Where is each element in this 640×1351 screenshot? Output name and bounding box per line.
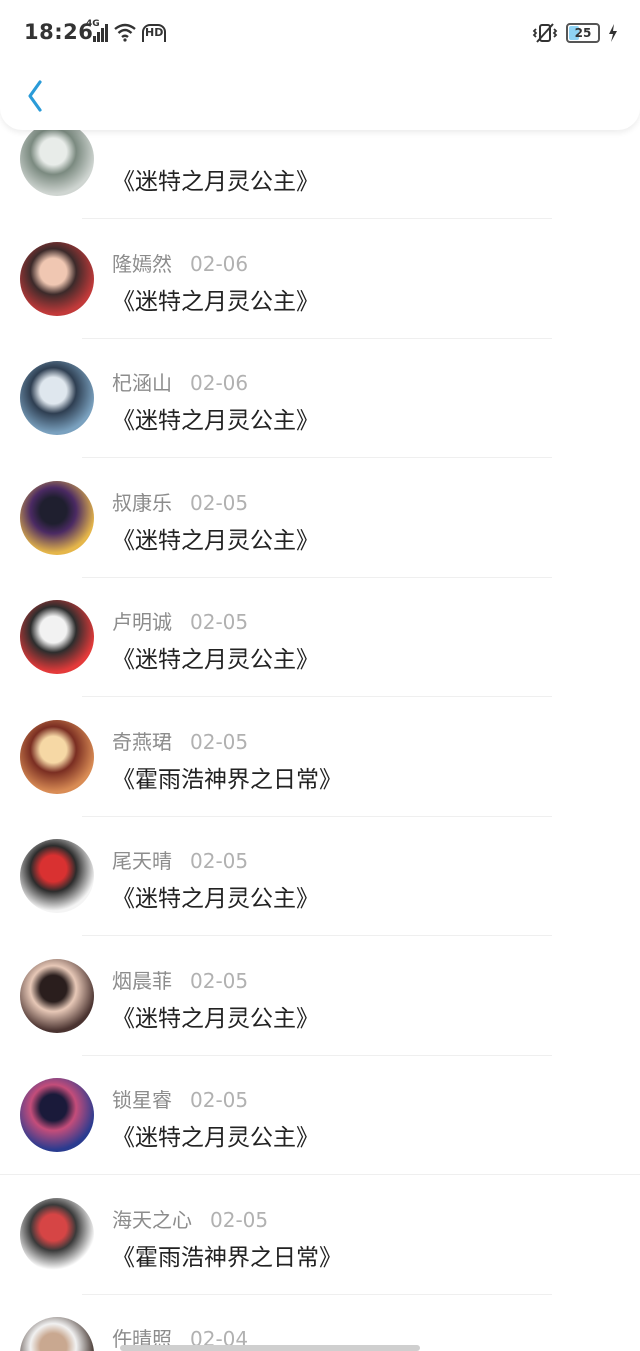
screen: 《迷特之月灵公主》 隆嫣然 02-06 《迷特之月灵公主》 杞涵山 02-06 《迷特之月灵… xyxy=(0,0,640,1351)
book-title[interactable]: 《迷特之月灵公主》 xyxy=(112,1118,319,1152)
reader-name: 锁星睿 xyxy=(112,1088,172,1112)
reader-meta: 卢明诚 02-05 xyxy=(112,606,248,635)
reader-meta: 奇燕珺 02-05 xyxy=(112,726,248,755)
status-time: 18:26 xyxy=(24,20,94,44)
wifi-icon xyxy=(114,23,136,42)
book-title[interactable]: 《霍雨浩神界之日常》 xyxy=(112,760,342,794)
hd-voice-icon: HD xyxy=(142,24,167,42)
read-date: 02-05 xyxy=(190,1088,249,1112)
read-date: 02-06 xyxy=(190,371,249,395)
book-title[interactable]: 《迷特之月灵公主》 xyxy=(112,282,319,316)
avatar[interactable] xyxy=(20,242,94,316)
row-divider xyxy=(82,696,552,697)
reader-name: 叔康乐 xyxy=(112,491,172,515)
reader-name: 烟晨菲 xyxy=(112,969,172,993)
back-button[interactable] xyxy=(18,74,54,118)
top-nav-bar xyxy=(0,64,640,130)
list-item[interactable]: 奇燕珺 02-05 《霍雨浩神界之日常》 xyxy=(0,698,640,818)
read-date: 02-05 xyxy=(190,730,249,754)
reader-meta xyxy=(112,128,130,152)
row-divider xyxy=(82,218,552,219)
scroll-indicator xyxy=(120,1345,420,1351)
avatar[interactable] xyxy=(20,600,94,674)
read-date: 02-05 xyxy=(190,610,249,634)
battery-icon: 25 xyxy=(566,23,600,43)
row-divider xyxy=(82,457,552,458)
row-divider xyxy=(82,935,552,936)
read-date: 02-05 xyxy=(210,1208,269,1232)
list-item[interactable]: 海天之心 02-05 《霍雨浩神界之日常》 xyxy=(0,1176,640,1296)
read-date: 02-05 xyxy=(190,491,249,515)
reader-meta: 叔康乐 02-05 xyxy=(112,487,248,516)
list-item[interactable]: 杞涵山 02-06 《迷特之月灵公主》 xyxy=(0,339,640,459)
read-date: 02-05 xyxy=(190,969,249,993)
read-date: 02-06 xyxy=(190,252,249,276)
chevron-left-icon xyxy=(28,80,42,112)
reader-name: 卢明诚 xyxy=(112,610,172,634)
reader-meta: 杞涵山 02-06 xyxy=(112,367,248,396)
book-title[interactable]: 《霍雨浩神界之日常》 xyxy=(112,1238,342,1272)
reader-meta: 隆嫣然 02-06 xyxy=(112,248,248,277)
avatar[interactable] xyxy=(20,361,94,435)
reader-meta: 海天之心 02-05 xyxy=(112,1204,268,1233)
read-date: 02-05 xyxy=(190,849,249,873)
reader-meta: 锁星睿 02-05 xyxy=(112,1084,248,1113)
battery-level: 25 xyxy=(574,26,592,40)
reader-name: 隆嫣然 xyxy=(112,252,172,276)
cellular-signal-icon: 4G xyxy=(86,19,108,42)
avatar[interactable] xyxy=(20,1078,94,1152)
list-item[interactable]: 叔康乐 02-05 《迷特之月灵公主》 xyxy=(0,459,640,579)
reader-name: 杞涵山 xyxy=(112,371,172,395)
book-title[interactable]: 《迷特之月灵公主》 xyxy=(112,401,319,435)
status-icons-left: 4G HD xyxy=(86,19,167,42)
book-title[interactable]: 《迷特之月灵公主》 xyxy=(112,640,319,674)
book-title[interactable]: 《迷特之月灵公主》 xyxy=(112,879,319,913)
avatar[interactable] xyxy=(20,122,94,196)
avatar[interactable] xyxy=(20,720,94,794)
row-divider xyxy=(0,1174,640,1175)
reader-meta: 烟晨菲 02-05 xyxy=(112,965,248,994)
book-title[interactable]: 《迷特之月灵公主》 xyxy=(112,999,319,1033)
list-item[interactable]: 卢明诚 02-05 《迷特之月灵公主》 xyxy=(0,578,640,698)
list-item[interactable]: 隆嫣然 02-06 《迷特之月灵公主》 xyxy=(0,220,640,340)
reader-name: 尾天晴 xyxy=(112,849,172,873)
avatar[interactable] xyxy=(20,959,94,1033)
reader-meta: 尾天晴 02-05 xyxy=(112,845,248,874)
avatar[interactable] xyxy=(20,839,94,913)
book-title[interactable]: 《迷特之月灵公主》 xyxy=(112,162,319,196)
avatar[interactable] xyxy=(20,1198,94,1272)
vibrate-mute-icon xyxy=(532,23,558,43)
status-bar: 18:26 4G HD 25 xyxy=(0,0,640,64)
list-item[interactable]: 尾天晴 02-05 《迷特之月灵公主》 xyxy=(0,817,640,937)
avatar[interactable] xyxy=(20,1317,94,1351)
book-title[interactable]: 《迷特之月灵公主》 xyxy=(112,521,319,555)
list-item[interactable]: 锁星睿 02-05 《迷特之月灵公主》 xyxy=(0,1056,640,1176)
avatar[interactable] xyxy=(20,481,94,555)
reader-name: 海天之心 xyxy=(112,1208,192,1232)
network-type: 4G xyxy=(86,19,100,29)
status-icons-right: 25 xyxy=(532,22,618,44)
reader-name: 奇燕珺 xyxy=(112,730,172,754)
list-item[interactable]: 烟晨菲 02-05 《迷特之月灵公主》 xyxy=(0,937,640,1057)
charging-bolt-icon xyxy=(609,24,617,42)
list-item[interactable]: 仵晴照02-04《霍雨浩神界之日常》 xyxy=(0,1295,640,1351)
